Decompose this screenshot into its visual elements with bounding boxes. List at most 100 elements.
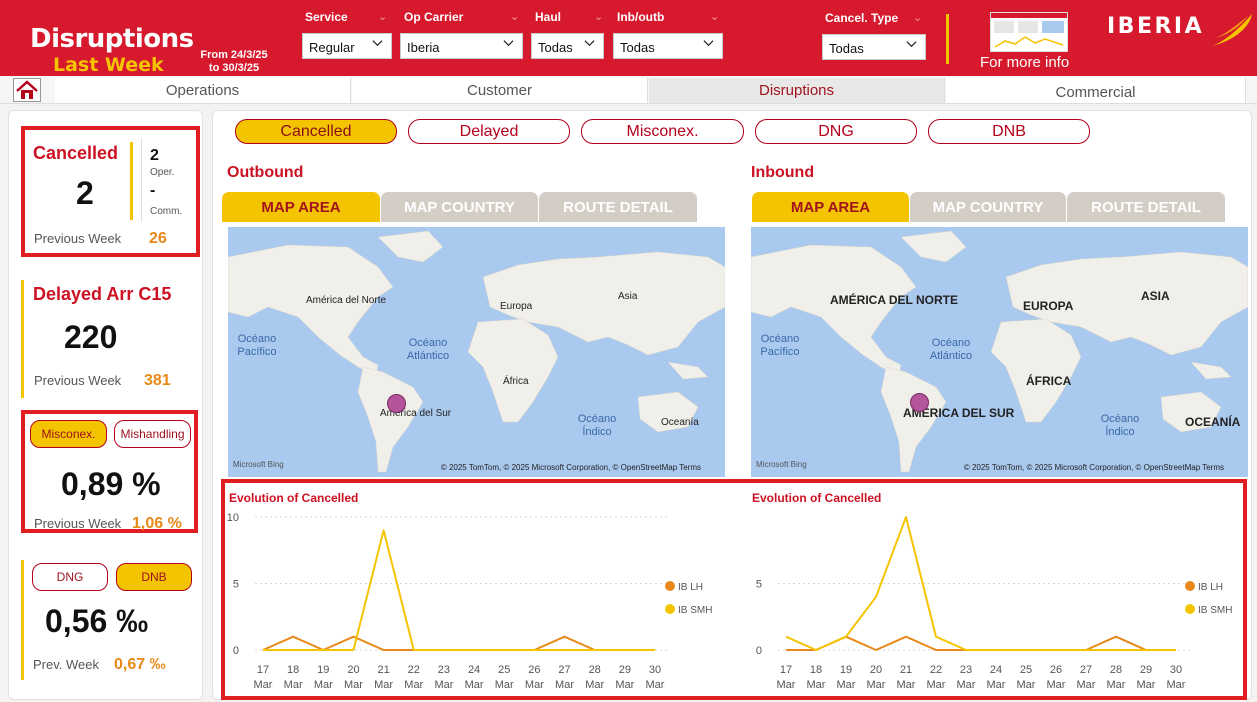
x-tick-label: 26 bbox=[528, 664, 540, 676]
outbound-tab-map-country[interactable]: MAP COUNTRY bbox=[381, 192, 538, 222]
legend-label: IB LH bbox=[1198, 582, 1223, 593]
inbound-tab-map-area[interactable]: MAP AREA bbox=[752, 192, 909, 222]
home-button[interactable] bbox=[13, 78, 41, 102]
x-tick-label: Mar bbox=[1077, 679, 1096, 691]
x-tick-label: Mar bbox=[1047, 679, 1066, 691]
outbound-tab-map-area[interactable]: MAP AREA bbox=[222, 192, 380, 222]
x-tick-label: Mar bbox=[646, 679, 665, 691]
pill-misconex[interactable]: Misconex. bbox=[581, 119, 744, 144]
misconex-toggle[interactable]: Misconex. bbox=[30, 420, 107, 448]
kpi-dng-prev-label: Prev. Week bbox=[33, 657, 99, 672]
x-tick-label: 30 bbox=[649, 664, 661, 676]
pill-dnb[interactable]: DNB bbox=[928, 119, 1090, 144]
filter-canceltype-label: Cancel. Type bbox=[825, 11, 899, 25]
outbound-tab-route-detail[interactable]: ROUTE DETAIL bbox=[539, 192, 697, 222]
chevron-down-icon: ⌄ bbox=[710, 11, 720, 23]
kpi-delayed-prev-value: 381 bbox=[144, 372, 171, 389]
tab-disruptions[interactable]: Disruptions bbox=[649, 78, 945, 103]
map-label-indian: Océano Índico bbox=[577, 413, 617, 438]
inbound-tab-route-detail[interactable]: ROUTE DETAIL bbox=[1067, 192, 1225, 222]
filter-haul-select[interactable]: Todas bbox=[531, 33, 604, 59]
map-copyright[interactable]: © 2025 TomTom, © 2025 Microsoft Corporat… bbox=[964, 463, 1224, 472]
x-tick-label: Mar bbox=[1107, 679, 1126, 691]
x-tick-label: Mar bbox=[807, 679, 826, 691]
filter-inbout-select[interactable]: Todas bbox=[613, 33, 723, 59]
pill-cancelled[interactable]: Cancelled bbox=[235, 119, 397, 144]
pill-delayed[interactable]: Delayed bbox=[408, 119, 570, 144]
filter-service-select[interactable]: Regular bbox=[302, 33, 392, 59]
chevron-down-icon bbox=[584, 40, 595, 47]
outbound-map[interactable]: América del Norte Europa Asia África Amé… bbox=[228, 227, 725, 477]
x-tick-label: 20 bbox=[870, 664, 882, 676]
home-icon bbox=[16, 80, 38, 99]
filter-canceltype-value: Todas bbox=[829, 41, 864, 56]
x-tick-label: 24 bbox=[468, 664, 480, 676]
map-label-asia: Asia bbox=[618, 291, 638, 302]
bing-logo: Microsoft Bing bbox=[756, 460, 807, 469]
x-tick-label: 17 bbox=[257, 664, 269, 676]
legend-label: IB LH bbox=[678, 582, 703, 593]
kpi-cancelled-title: Cancelled bbox=[33, 143, 119, 163]
x-tick-label: Mar bbox=[867, 679, 886, 691]
legend-marker bbox=[1185, 604, 1195, 614]
legend-label: IB SMH bbox=[678, 605, 712, 616]
pill-dng[interactable]: DNG bbox=[755, 119, 917, 144]
kpi-dng-value: 0,56 ‰ bbox=[45, 603, 149, 639]
dnb-toggle[interactable]: DNB bbox=[116, 563, 192, 591]
filter-opcarrier-select[interactable]: Iberia bbox=[400, 33, 523, 59]
bing-logo: Microsoft Bing bbox=[233, 460, 284, 469]
x-tick-label: 22 bbox=[930, 664, 942, 676]
series-line-ib-smh bbox=[263, 529, 655, 651]
x-tick-label: Mar bbox=[344, 679, 363, 691]
filter-canceltype-select[interactable]: Todas bbox=[822, 34, 926, 60]
iberia-logo: IBERIA bbox=[1107, 14, 1205, 39]
x-tick-label: Mar bbox=[927, 679, 946, 691]
map-label-africa: ÁFRICA bbox=[1026, 374, 1072, 388]
map-label-north-america: AMÉRICA DEL NORTE bbox=[830, 293, 959, 307]
x-tick-label: Mar bbox=[1167, 679, 1186, 691]
kpi-delayed-title[interactable]: Delayed Arr C15 bbox=[33, 284, 171, 305]
tab-operations[interactable]: Operations bbox=[55, 78, 351, 103]
kpi-delayed-value: 220 bbox=[64, 319, 118, 355]
x-tick-label: 26 bbox=[1050, 664, 1062, 676]
kpi-divider-thin bbox=[141, 138, 142, 222]
x-tick-label: Mar bbox=[897, 679, 916, 691]
inbound-tab-map-country[interactable]: MAP COUNTRY bbox=[910, 192, 1066, 222]
legend-label: IB SMH bbox=[1198, 605, 1232, 616]
more-info-link[interactable]: For more info bbox=[980, 54, 1069, 71]
x-tick-label: Mar bbox=[555, 679, 574, 691]
x-tick-label: 18 bbox=[287, 664, 299, 676]
outbound-title: Outbound bbox=[227, 164, 304, 181]
tab-customer[interactable]: Customer bbox=[352, 78, 648, 103]
inbound-map[interactable]: AMÉRICA DEL NORTE EUROPA ASIA ÁFRICA AMÉ… bbox=[751, 227, 1248, 477]
y-tick-label: 0 bbox=[756, 645, 762, 657]
map-bubble-south-america[interactable] bbox=[387, 394, 406, 413]
map-label-atlantic: Océano Atlántico bbox=[929, 337, 973, 362]
outbound-evolution-chart[interactable]: Evolution of Cancelled 0 5 10 17 Mar 18 Mar 19 M… bbox=[225, 483, 725, 696]
x-tick-label: Mar bbox=[777, 679, 796, 691]
map-copyright[interactable]: © 2025 TomTom, © 2025 Microsoft Corporat… bbox=[441, 463, 701, 472]
x-tick-label: 22 bbox=[408, 664, 420, 676]
y-tick-label: 5 bbox=[756, 579, 762, 591]
filter-inbout-value: Todas bbox=[620, 40, 655, 55]
report-thumbnail[interactable] bbox=[990, 12, 1068, 52]
x-tick-label: 24 bbox=[990, 664, 1002, 676]
map-label-oceania: Oceanía bbox=[661, 417, 699, 428]
kpi-delayed-prev-label: Previous Week bbox=[34, 373, 122, 388]
kpi-cancelled-prev-value: 26 bbox=[149, 230, 167, 247]
mishandling-toggle[interactable]: Mishandling bbox=[114, 420, 191, 448]
tab-commercial[interactable]: Commercial bbox=[946, 78, 1246, 103]
x-tick-label: Mar bbox=[465, 679, 484, 691]
kpi-dng-prev-value: 0,67 ‰ bbox=[114, 656, 166, 673]
x-tick-label: 27 bbox=[558, 664, 570, 676]
outbound-chart-svg: 0 5 10 17 Mar 18 Mar 19 Mar 20 Mar 21 Mar 22 Mar 23 Mar 2… bbox=[227, 512, 713, 691]
dng-toggle[interactable]: DNG bbox=[32, 563, 108, 591]
map-label-asia: ASIA bbox=[1141, 289, 1170, 303]
filter-opcarrier-value: Iberia bbox=[407, 40, 440, 55]
filter-haul-value: Todas bbox=[538, 40, 573, 55]
map-bubble-south-america[interactable] bbox=[910, 393, 929, 412]
inbound-evolution-chart[interactable]: Evolution of Cancelled 0 5 17 Mar 18 Mar 19 Mar… bbox=[748, 483, 1243, 696]
x-tick-label: 29 bbox=[619, 664, 631, 676]
x-tick-label: 17 bbox=[780, 664, 792, 676]
chevron-down-icon: ⌄ bbox=[913, 12, 923, 24]
